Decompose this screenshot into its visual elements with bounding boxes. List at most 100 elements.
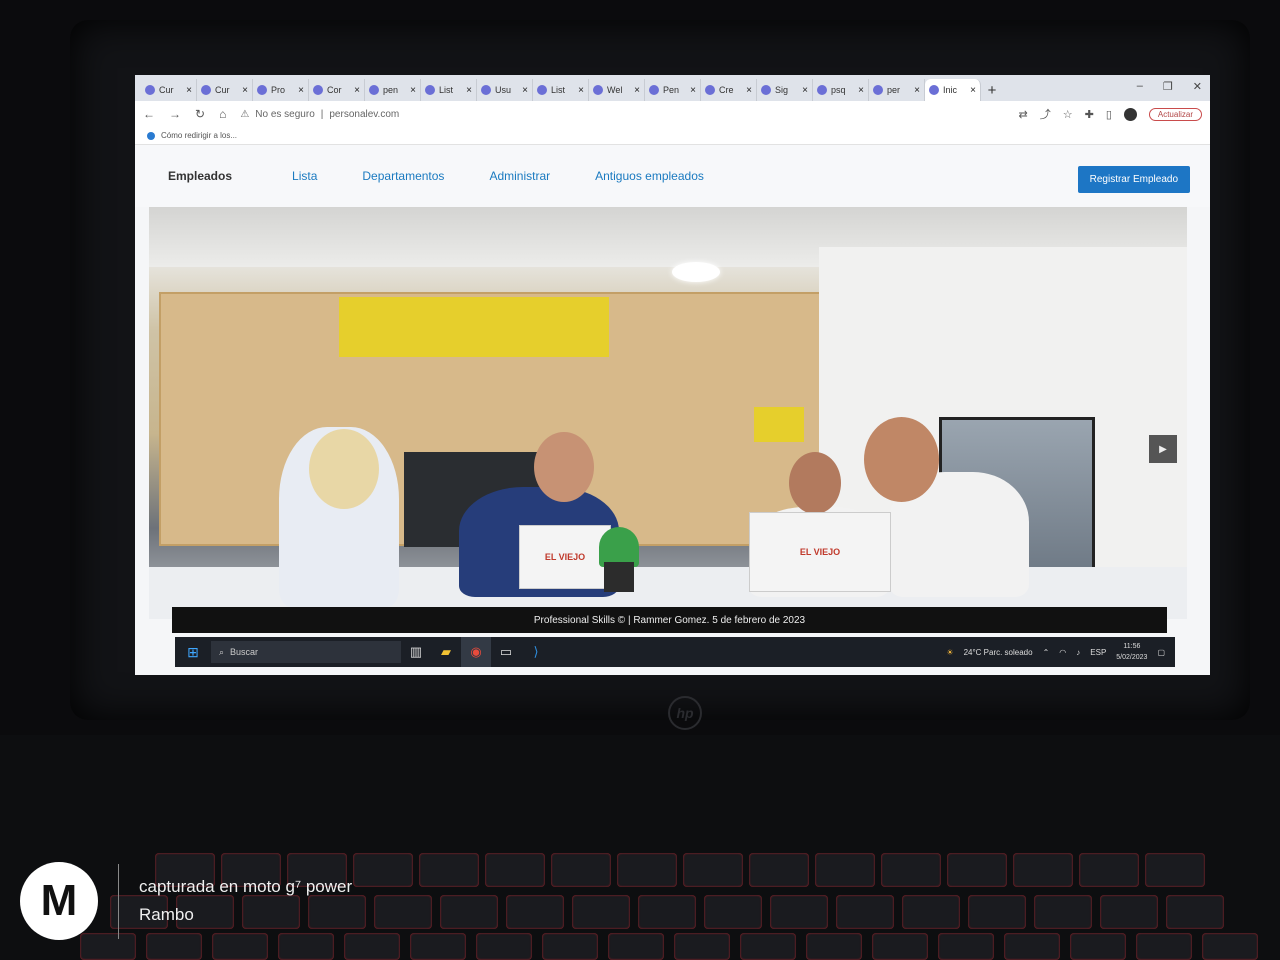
- security-label: No es seguro: [255, 108, 315, 120]
- browser-tab[interactable]: List ×: [421, 79, 477, 101]
- watermark-text: capturada en moto g⁷ power Rambo: [139, 873, 352, 929]
- notifications-icon[interactable]: ▢: [1157, 648, 1165, 657]
- url-field[interactable]: ⚠ No es seguro | personalev.com: [240, 109, 399, 120]
- terminal-icon[interactable]: ▭: [491, 637, 521, 667]
- forward-arrow-icon[interactable]: →: [169, 107, 181, 121]
- carousel-next-arrow-icon[interactable]: ▶: [1149, 435, 1177, 463]
- weather-text[interactable]: 24°C Parc. soleado: [964, 648, 1033, 657]
- tab-close-icon[interactable]: ×: [802, 85, 808, 96]
- nav-brand[interactable]: Empleados: [168, 169, 232, 183]
- browser-tab[interactable]: Cre ×: [701, 79, 757, 101]
- language-indicator[interactable]: ESP: [1090, 648, 1106, 657]
- extensions-icon[interactable]: ✚: [1085, 108, 1094, 121]
- tab-label: psq: [831, 85, 846, 95]
- keyboard-key: [1013, 853, 1073, 887]
- taskbar-search[interactable]: ⌕ Buscar: [211, 641, 401, 663]
- nav-link-antiguos[interactable]: Antiguos empleados: [595, 169, 704, 183]
- browser-tab[interactable]: List ×: [533, 79, 589, 101]
- github-icon: [369, 85, 379, 95]
- tab-close-icon[interactable]: ×: [634, 85, 640, 96]
- browser-tab[interactable]: Sig ×: [757, 79, 813, 101]
- tab-close-icon[interactable]: ×: [466, 85, 472, 96]
- tab-label: Usu: [495, 85, 512, 95]
- tab-close-icon[interactable]: ×: [858, 85, 864, 96]
- potted-plant: [599, 527, 639, 567]
- watermark-line-2: Rambo: [139, 905, 194, 924]
- tab-close-icon[interactable]: ×: [690, 85, 696, 96]
- tab-label: Wel: [607, 85, 623, 95]
- nav-link-administrar[interactable]: Administrar: [489, 169, 550, 183]
- browser-tab[interactable]: Pro ×: [253, 79, 309, 101]
- keyboard-key: [1034, 895, 1092, 929]
- home-icon[interactable]: ⌂: [219, 107, 226, 121]
- keyboard-key: [353, 853, 413, 887]
- pencil-icon: [817, 85, 827, 95]
- bookmark-item[interactable]: Cómo redirigir a los...: [161, 131, 237, 140]
- file-explorer-icon[interactable]: ▰: [431, 637, 461, 667]
- browser-tab[interactable]: Wel ×: [589, 79, 645, 101]
- ceiling-lamp: [672, 262, 720, 282]
- task-view-icon[interactable]: ▥: [401, 637, 431, 667]
- share-icon[interactable]: ⤴: [1040, 106, 1051, 122]
- close-icon[interactable]: ✕: [1193, 80, 1202, 93]
- reload-icon[interactable]: ↻: [195, 107, 205, 121]
- keyboard-key: [881, 853, 941, 887]
- hero-carousel-image: EL VIEJO EL VIEJO ▶: [149, 207, 1187, 619]
- tab-close-icon[interactable]: ×: [242, 85, 248, 96]
- register-employee-button[interactable]: Registrar Empleado: [1077, 166, 1190, 193]
- browser-tab[interactable]: Cor ×: [309, 79, 365, 101]
- sidepanel-icon[interactable]: ▯: [1106, 108, 1112, 121]
- tab-close-icon[interactable]: ×: [914, 85, 920, 96]
- clock[interactable]: 11:56 5/02/2023: [1116, 641, 1147, 663]
- new-tab-button[interactable]: +: [981, 79, 1003, 101]
- browser-tab[interactable]: psq ×: [813, 79, 869, 101]
- browser-tab[interactable]: Pen ×: [645, 79, 701, 101]
- keyboard-key: [902, 895, 960, 929]
- tab-label: pen: [383, 85, 399, 95]
- browser-tab[interactable]: Inic ×: [925, 79, 981, 101]
- watermark-divider: [118, 863, 119, 939]
- browser-tab[interactable]: per ×: [869, 79, 925, 101]
- wifi-icon[interactable]: ◠: [1059, 648, 1066, 657]
- tab-close-icon[interactable]: ×: [970, 85, 976, 96]
- browser-tab[interactable]: Usu ×: [477, 79, 533, 101]
- profile-avatar[interactable]: [1123, 107, 1137, 121]
- vscode-icon[interactable]: ⟩: [521, 637, 551, 667]
- nav-link-departamentos[interactable]: Departamentos: [362, 169, 444, 183]
- browser-tab[interactable]: Cur ×: [141, 79, 197, 101]
- browser-tab[interactable]: pen ×: [365, 79, 421, 101]
- person-woman-right-head: [789, 452, 841, 514]
- keyboard-key: [1070, 933, 1126, 960]
- tab-close-icon[interactable]: ×: [186, 85, 192, 96]
- restore-icon[interactable]: ❐: [1163, 80, 1173, 93]
- keyboard-key: [476, 933, 532, 960]
- minimize-icon[interactable]: –: [1137, 80, 1143, 93]
- laptop-right: EL VIEJO: [749, 512, 891, 592]
- translate-icon[interactable]: ⇄: [1019, 108, 1028, 121]
- tab-close-icon[interactable]: ×: [578, 85, 584, 96]
- bookmark-star-icon[interactable]: ☆: [1063, 108, 1073, 121]
- tab-close-icon[interactable]: ×: [746, 85, 752, 96]
- tray-chevron-icon[interactable]: ⌃: [1043, 648, 1050, 657]
- keyboard-key: [683, 853, 743, 887]
- nav-link-lista[interactable]: Lista: [292, 169, 317, 183]
- keyboard-key: [572, 895, 630, 929]
- camera-watermark: M capturada en moto g⁷ power Rambo: [20, 862, 352, 940]
- keyboard-key: [1202, 933, 1258, 960]
- tab-close-icon[interactable]: ×: [354, 85, 360, 96]
- keyboard-key: [374, 895, 432, 929]
- tab-close-icon[interactable]: ×: [522, 85, 528, 96]
- update-button[interactable]: Actualizar: [1148, 107, 1202, 121]
- volume-icon[interactable]: ♪: [1076, 648, 1080, 657]
- site-footer: Professional Skills © | Rammer Gomez. 5 …: [172, 607, 1167, 633]
- course-icon: [145, 85, 155, 95]
- tab-close-icon[interactable]: ×: [410, 85, 416, 96]
- back-arrow-icon[interactable]: ←: [143, 107, 155, 121]
- windows-start-icon[interactable]: ⊞: [175, 637, 211, 667]
- clock-time: 11:56: [1123, 643, 1141, 650]
- keyboard-key: [608, 933, 664, 960]
- tab-close-icon[interactable]: ×: [298, 85, 304, 96]
- browser-tab[interactable]: Cur ×: [197, 79, 253, 101]
- chrome-icon[interactable]: ◉: [461, 637, 491, 667]
- toolbar-right: ⇄ ⤴ ☆ ✚ ▯ Actualizar: [1019, 106, 1202, 122]
